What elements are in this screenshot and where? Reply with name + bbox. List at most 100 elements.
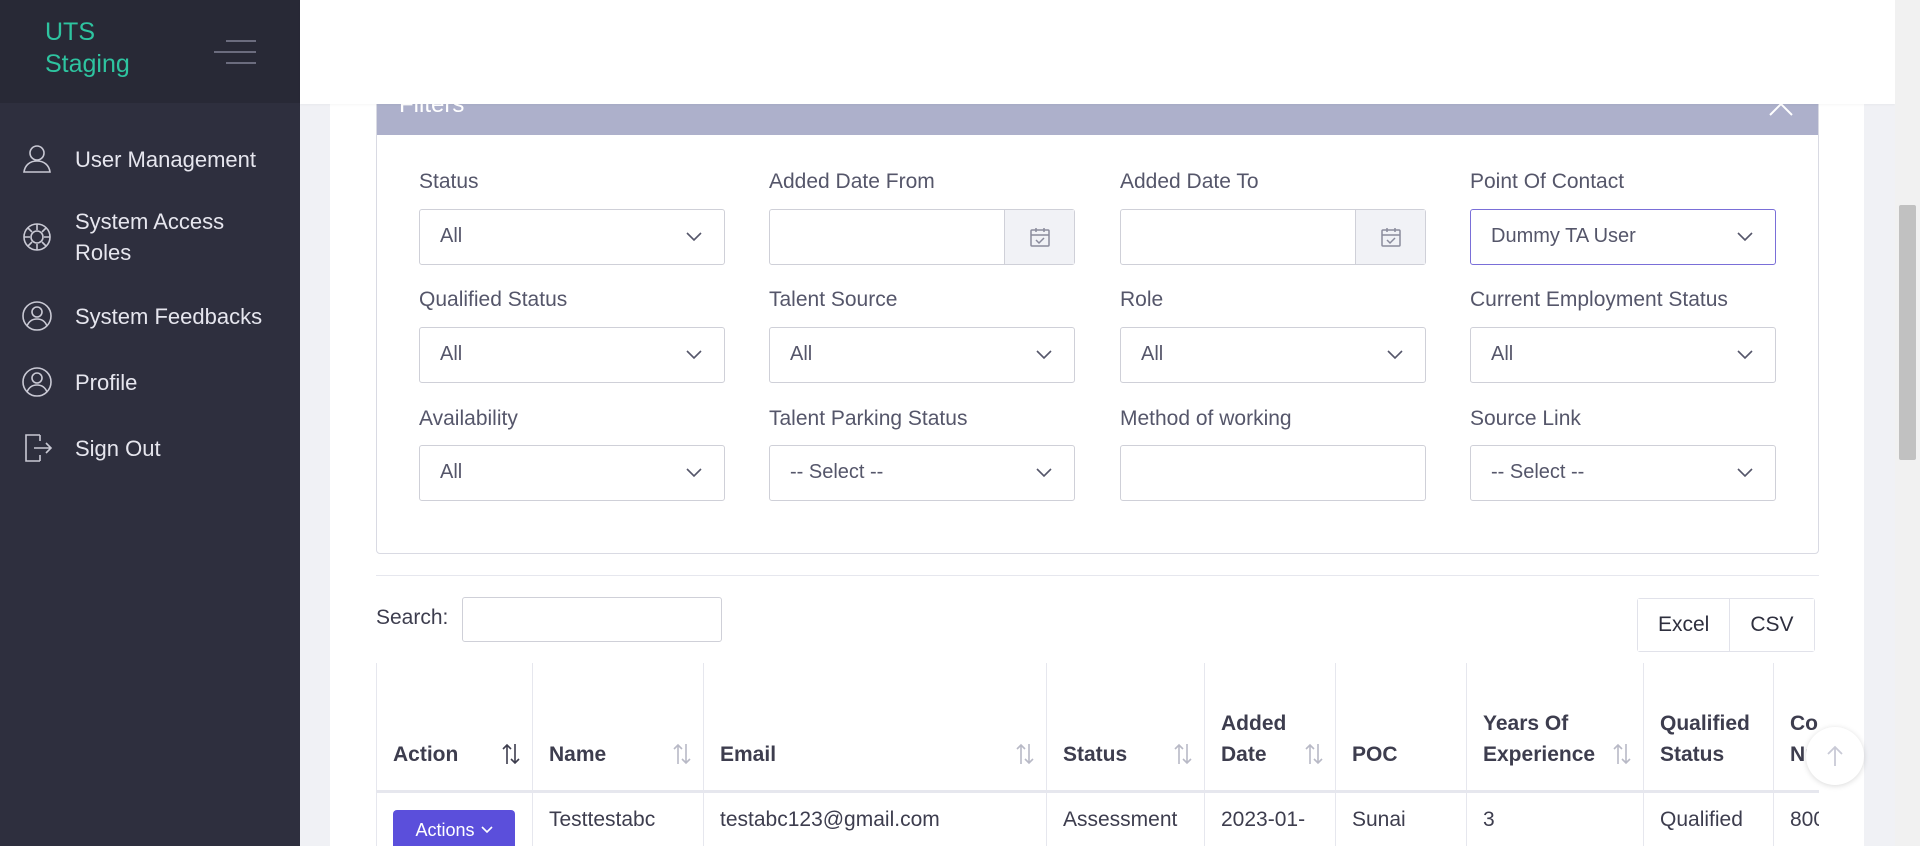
status-select[interactable]: All [419,209,725,265]
search-input[interactable] [462,597,722,642]
status-select-value: All [440,225,463,247]
excel-export-button[interactable]: Excel [1638,599,1730,651]
header-label: Action [393,743,459,766]
table-cell-action: Actions [377,793,533,846]
column-header-added-date[interactable]: Added Date [1205,663,1336,793]
talent-parking-status-label: Talent Parking Status [769,407,968,430]
talent-table: Action Name Email Status Added Date POC Y… [376,663,1819,846]
brand-line-1: UTS [45,18,95,46]
app-logo[interactable]: UTS Staging [45,16,130,80]
point-of-contact-label: Point Of Contact [1470,170,1625,193]
column-header-qualified-status[interactable]: Qualified Status [1644,663,1774,793]
method-of-working-input[interactable] [1120,445,1426,501]
availability-select[interactable]: All [419,445,725,501]
employment-status-select[interactable]: All [1470,327,1776,383]
sidebar-item-label: System Access [75,209,225,234]
table-cell-contact-number: 800 [1774,793,1819,846]
added-date-from-input[interactable] [769,209,1075,265]
chevron-down-icon [686,232,702,242]
feedback-icon [20,299,54,333]
cell-value: Sunai [1352,808,1406,831]
added-date-to-input[interactable] [1120,209,1426,265]
brand-header: UTS Staging [0,0,300,103]
source-link-value: -- Select -- [1491,461,1585,483]
role-value: All [1141,343,1164,365]
point-of-contact-select[interactable]: Dummy TA User [1470,209,1776,265]
table-cell-status: Assessment [1047,793,1205,846]
sidebar-item-label-line2: Roles [75,240,132,265]
availability-label: Availability [419,407,518,430]
column-header-poc[interactable]: POC [1336,663,1467,793]
chevron-down-icon [480,826,493,834]
header-label: POC [1352,743,1398,766]
sidebar-item-system-feedbacks[interactable]: System Feedbacks [0,299,300,333]
chevron-down-icon [1036,350,1052,360]
sort-icon[interactable] [502,742,520,766]
employment-status-value: All [1491,343,1514,365]
scroll-to-top-button[interactable] [1806,727,1864,785]
qualified-status-label: Qualified Status [419,288,568,311]
cell-value: Assessment [1063,808,1178,831]
table-cell-added-date: 2023-01- [1205,793,1336,846]
role-label: Role [1120,288,1164,311]
table-cell-email: testabc123@gmail.com [704,793,1047,846]
cell-value: Qualified [1660,808,1743,831]
export-buttons: Excel CSV [1637,598,1815,652]
top-header [300,0,1895,104]
role-select[interactable]: All [1120,327,1426,383]
talent-source-label: Talent Source [769,288,898,311]
scrollbar-thumb[interactable] [1899,205,1916,460]
calendar-icon[interactable] [1004,210,1074,264]
menu-toggle-icon[interactable] [214,40,256,68]
talent-source-select[interactable]: All [769,327,1075,383]
table-cell-poc: Sunai [1336,793,1467,846]
header-label-line1: Years Of [1483,712,1569,735]
qualified-status-select[interactable]: All [419,327,725,383]
chevron-down-icon [1737,350,1753,360]
employment-status-label: Current Employment Status [1470,288,1728,311]
section-divider [376,575,1819,576]
column-header-action[interactable]: Action [377,663,533,793]
source-link-select[interactable]: -- Select -- [1470,445,1776,501]
sort-icon[interactable] [1613,742,1631,766]
added-date-from-label: Added Date From [769,170,935,193]
profile-icon [20,365,54,399]
sort-icon[interactable] [673,742,691,766]
talent-parking-status-value: -- Select -- [790,461,884,483]
sidebar-item-profile[interactable]: Profile [0,365,300,399]
table-cell-qualified-status: Qualified [1644,793,1774,846]
header-label-line2: Date [1221,743,1267,766]
sidebar-item-user-management[interactable]: User Management [0,142,300,176]
sidebar-item-system-access-roles[interactable]: System Access Roles [0,206,300,268]
sort-icon[interactable] [1305,742,1323,766]
actions-dropdown-button[interactable]: Actions [393,810,515,846]
csv-export-button[interactable]: CSV [1729,599,1814,651]
availability-value: All [440,461,463,483]
talent-source-value: All [790,343,813,365]
method-of-working-label: Method of working [1120,407,1292,430]
column-header-name[interactable]: Name [533,663,704,793]
sort-icon[interactable] [1174,742,1192,766]
chevron-down-icon [1036,468,1052,478]
header-label: Years Of Experience [1483,708,1595,770]
chevron-down-icon [1737,468,1753,478]
table-cell-years-of-experience: 3 [1467,793,1644,846]
header-label: Added Date [1221,708,1286,770]
calendar-icon[interactable] [1355,210,1425,264]
talent-parking-status-select[interactable]: -- Select -- [769,445,1075,501]
sort-icon[interactable] [1016,742,1034,766]
qualified-status-value: All [440,343,463,365]
sidebar-item-label: Sign Out [75,435,161,461]
cell-value: Testtestabc [549,808,656,831]
sidebar-item-sign-out[interactable]: Sign Out [0,431,300,465]
brand-line-2: Staging [45,50,130,78]
cell-value: testabc123@gmail.com [720,808,940,831]
column-header-status[interactable]: Status [1047,663,1205,793]
page-scrollbar[interactable] [1895,0,1920,846]
column-header-years-of-experience[interactable]: Years Of Experience [1467,663,1644,793]
header-label-line2: Experience [1483,743,1596,766]
column-header-email[interactable]: Email [704,663,1047,793]
header-label: Email [720,743,777,766]
poc-select-value: Dummy TA User [1491,225,1636,247]
header-label: Name [549,743,607,766]
